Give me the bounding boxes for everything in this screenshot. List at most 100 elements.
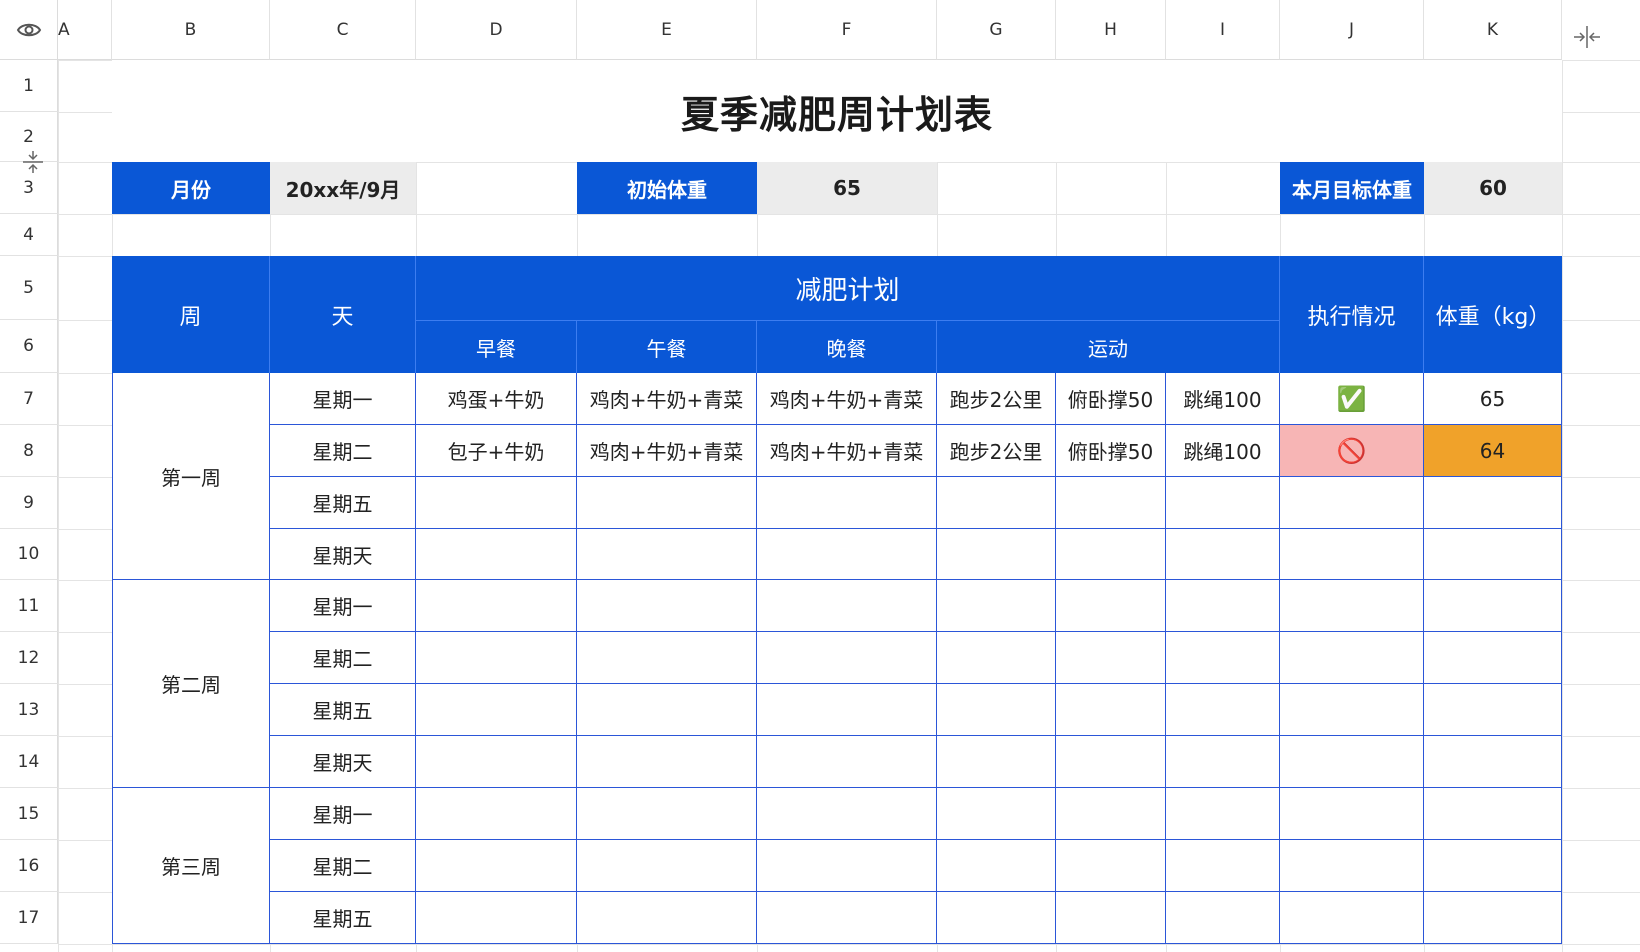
plan-cell[interactable]	[1166, 529, 1280, 580]
row-header-1[interactable]: 1	[0, 60, 58, 112]
plan-cell[interactable]	[1056, 477, 1166, 529]
row-header-12[interactable]: 12	[0, 632, 58, 684]
status-cell[interactable]	[1280, 477, 1424, 529]
plan-cell[interactable]	[1166, 736, 1280, 788]
row-header-16[interactable]: 16	[0, 840, 58, 892]
plan-cell[interactable]	[757, 684, 937, 736]
weight-cell[interactable]	[1424, 477, 1562, 529]
row-header-13[interactable]: 13	[0, 684, 58, 736]
plan-cell[interactable]	[577, 892, 757, 944]
plan-cell[interactable]	[577, 736, 757, 788]
plan-cell[interactable]	[1056, 736, 1166, 788]
plan-cell[interactable]	[577, 684, 757, 736]
day-cell[interactable]: 星期二	[270, 632, 416, 684]
header-weight[interactable]: 体重（kg）	[1424, 256, 1562, 373]
plan-cell[interactable]	[1056, 840, 1166, 892]
column-header-c[interactable]: C	[270, 0, 416, 60]
page-title[interactable]: 夏季减肥周计划表	[112, 60, 1562, 162]
row-header-6[interactable]: 6	[0, 320, 58, 373]
plan-cell[interactable]: 鸡肉+牛奶+青菜	[757, 425, 937, 477]
column-header-g[interactable]: G	[937, 0, 1056, 60]
day-cell[interactable]: 星期五	[270, 477, 416, 529]
weight-cell[interactable]	[1424, 529, 1562, 580]
header-exercise[interactable]: 运动	[937, 320, 1280, 373]
weight-cell[interactable]	[1424, 632, 1562, 684]
row-header-5[interactable]: 5	[0, 256, 58, 320]
status-cell[interactable]	[1280, 632, 1424, 684]
weight-cell[interactable]	[1424, 580, 1562, 632]
weight-cell[interactable]: 65	[1424, 373, 1562, 425]
row-header-4[interactable]: 4	[0, 214, 58, 256]
eye-icon[interactable]	[16, 21, 42, 39]
header-dinner[interactable]: 晚餐	[757, 320, 937, 373]
weight-cell[interactable]	[1424, 892, 1562, 944]
day-cell[interactable]: 星期一	[270, 580, 416, 632]
plan-cell[interactable]	[577, 840, 757, 892]
select-all-corner[interactable]	[0, 0, 58, 60]
plan-cell[interactable]	[937, 580, 1056, 632]
status-cell[interactable]	[1280, 684, 1424, 736]
column-header-i[interactable]: I	[1166, 0, 1280, 60]
plan-cell[interactable]	[757, 477, 937, 529]
column-header-f[interactable]: F	[757, 0, 937, 60]
day-cell[interactable]: 星期二	[270, 840, 416, 892]
plan-cell[interactable]: 跳绳100	[1166, 373, 1280, 425]
plan-cell[interactable]	[416, 736, 577, 788]
plan-cell[interactable]: 跳绳100	[1166, 425, 1280, 477]
status-cell[interactable]	[1280, 580, 1424, 632]
header-week[interactable]: 周	[112, 256, 270, 373]
weight-cell[interactable]	[1424, 788, 1562, 840]
row-header-10[interactable]: 10	[0, 529, 58, 580]
plan-cell[interactable]	[1056, 892, 1166, 944]
status-cell[interactable]	[1280, 788, 1424, 840]
plan-cell[interactable]	[1166, 840, 1280, 892]
plan-cell[interactable]	[1056, 529, 1166, 580]
status-cell[interactable]	[1280, 736, 1424, 788]
plan-cell[interactable]	[1166, 788, 1280, 840]
plan-cell[interactable]	[937, 736, 1056, 788]
column-resize-icon[interactable]	[1572, 24, 1602, 50]
plan-cell[interactable]	[416, 788, 577, 840]
week-label[interactable]: 第一周	[112, 373, 270, 580]
plan-cell[interactable]: 鸡蛋+牛奶	[416, 373, 577, 425]
week-label[interactable]: 第三周	[112, 788, 270, 944]
status-cell[interactable]	[1280, 529, 1424, 580]
plan-cell[interactable]	[757, 529, 937, 580]
plan-cell[interactable]	[1166, 892, 1280, 944]
plan-cell[interactable]	[1166, 684, 1280, 736]
status-cell[interactable]: ✅	[1280, 373, 1424, 425]
row-header-14[interactable]: 14	[0, 736, 58, 788]
plan-cell[interactable]	[1166, 580, 1280, 632]
plan-cell[interactable]	[577, 580, 757, 632]
row-header-7[interactable]: 7	[0, 373, 58, 425]
status-cell[interactable]: 🚫	[1280, 425, 1424, 477]
plan-cell[interactable]	[416, 684, 577, 736]
plan-cell[interactable]	[416, 840, 577, 892]
header-status[interactable]: 执行情况	[1280, 256, 1424, 373]
plan-cell[interactable]	[1166, 477, 1280, 529]
status-cell[interactable]	[1280, 840, 1424, 892]
plan-cell[interactable]	[757, 788, 937, 840]
column-header-a[interactable]: A	[58, 0, 112, 60]
plan-cell[interactable]: 鸡肉+牛奶+青菜	[577, 425, 757, 477]
plan-cell[interactable]	[757, 840, 937, 892]
plan-cell[interactable]	[937, 529, 1056, 580]
plan-cell[interactable]	[577, 788, 757, 840]
header-breakfast[interactable]: 早餐	[416, 320, 577, 373]
header-plan[interactable]: 减肥计划	[416, 256, 1280, 320]
plan-cell[interactable]: 包子+牛奶	[416, 425, 577, 477]
plan-cell[interactable]	[937, 788, 1056, 840]
plan-cell[interactable]	[937, 632, 1056, 684]
header-lunch[interactable]: 午餐	[577, 320, 757, 373]
day-cell[interactable]: 星期天	[270, 736, 416, 788]
status-cell[interactable]	[1280, 892, 1424, 944]
plan-cell[interactable]	[577, 477, 757, 529]
plan-cell[interactable]	[416, 529, 577, 580]
plan-cell[interactable]	[937, 684, 1056, 736]
weight-cell[interactable]	[1424, 840, 1562, 892]
plan-cell[interactable]	[1056, 580, 1166, 632]
target-weight-label[interactable]: 本月目标体重	[1280, 162, 1424, 214]
plan-cell[interactable]	[757, 632, 937, 684]
column-header-d[interactable]: D	[416, 0, 577, 60]
weight-cell[interactable]	[1424, 684, 1562, 736]
